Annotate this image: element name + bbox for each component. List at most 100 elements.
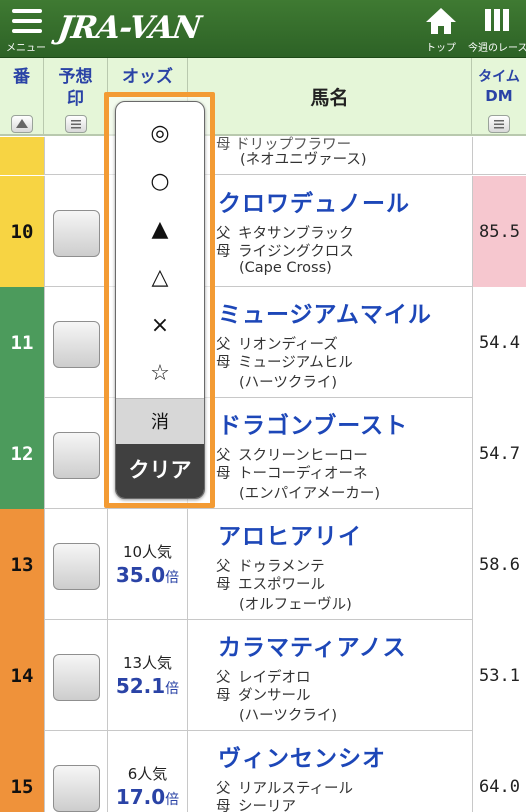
jra-van-logo: JRA-VAN xyxy=(55,10,203,46)
mark-cell xyxy=(44,176,108,287)
column-header: 番 予想 印 オッズ 馬名 タイム DM xyxy=(0,58,526,136)
header-mark-label-1: 予想 xyxy=(58,67,93,87)
dam-prefix: 母 xyxy=(216,244,231,260)
dam-name: ミュージアムヒル xyxy=(238,355,353,371)
dam-prefix: 母 xyxy=(216,466,231,482)
mark-cell xyxy=(44,731,108,812)
sort-number-button[interactable] xyxy=(10,115,33,133)
dam-sire: (オルフェーヴル) xyxy=(239,597,352,613)
dm-cell xyxy=(472,137,526,175)
mark-select-button[interactable] xyxy=(53,321,100,368)
header-dm-label-1: タイム xyxy=(478,69,520,85)
horse-name[interactable]: カラマティアノス xyxy=(218,628,407,662)
time-dm-value: 85.5 xyxy=(472,176,526,287)
sort-mark-button[interactable] xyxy=(64,115,87,133)
dam-name: シーリア xyxy=(238,799,296,812)
horse-number: 15 xyxy=(0,731,44,812)
erase-mark-button[interactable]: 消 xyxy=(116,398,204,446)
horse-number: 13 xyxy=(0,509,44,620)
horse-number: 10 xyxy=(0,176,44,287)
dam-line: 母トーコーディオーネ xyxy=(216,462,367,483)
mark-option[interactable]: ○ xyxy=(116,158,204,206)
triangle-up-icon xyxy=(15,119,28,128)
week-races-label: 今週のレース xyxy=(468,43,526,54)
grid-icon xyxy=(485,9,509,31)
odds-unit: 倍 xyxy=(165,681,180,697)
dam-name: トーコーディオーネ xyxy=(238,466,368,482)
popularity: 10人気 xyxy=(122,543,173,561)
horse-name[interactable]: ヴィンセンシオ xyxy=(218,739,386,773)
dam-name: エスポワール xyxy=(238,577,325,593)
mark-picker-highlight: ◎ ○ ▲ △ × ☆ 消クリア xyxy=(104,92,215,508)
clear-button[interactable]: クリア xyxy=(116,444,204,498)
mark-select-button[interactable] xyxy=(53,432,100,479)
table-row[interactable]: 15 6人気 17.0倍 ヴィンセンシオ父リアルスティール母シーリア 64.0 xyxy=(0,731,526,812)
dam-sire: (エンパイアメーカー) xyxy=(239,486,381,502)
mark-select-button[interactable] xyxy=(53,210,100,257)
mark-cell xyxy=(44,287,108,398)
table-row-partial: 母 ドリップフラワー (ネオユニヴァース) xyxy=(0,137,526,175)
mark-option[interactable]: × xyxy=(116,302,204,350)
horse-name-cell: ミュージアムマイル父リオンディーズ母ミュージアムヒル (ハーツクライ) xyxy=(188,287,472,398)
mark-select-button[interactable] xyxy=(53,765,100,812)
horse-number: 11 xyxy=(0,287,44,398)
mark-option[interactable]: ◎ xyxy=(116,110,204,158)
horse-name-cell: ヴィンセンシオ父リアルスティール母シーリア xyxy=(188,731,472,812)
menu-button[interactable]: メニュー xyxy=(0,0,52,58)
horse-number: 14 xyxy=(0,620,44,731)
odds-number: 35.0 xyxy=(115,563,166,587)
table-row[interactable]: 14 13人気 52.1倍 カラマティアノス父レイデオロ母ダンサール (ハーツクライ) 5… xyxy=(0,620,526,731)
horse-name[interactable]: クロワデュノール xyxy=(218,184,410,218)
hamburger-icon xyxy=(12,9,42,33)
odds-cell: 10人気 35.0倍 xyxy=(108,509,188,620)
horse-name[interactable]: アロヒアリイ xyxy=(218,517,362,551)
mark-select-button[interactable] xyxy=(53,543,100,590)
dam-line: 母エスポワール xyxy=(216,573,325,594)
horse-name[interactable]: ミュージアムマイル xyxy=(218,295,432,329)
table-row[interactable]: 1211人気14.6倍ドラゴンブースト父スクリーンヒーロー母トーコーディオーネ(… xyxy=(0,398,526,509)
mark-cell xyxy=(44,137,108,175)
menu-label: メニュー xyxy=(6,43,46,54)
mark-cell xyxy=(44,398,108,509)
header-mark: 予想 印 xyxy=(44,58,108,136)
dam-line: 母ミュージアムヒル xyxy=(216,351,353,372)
odds-value: 35.0倍 xyxy=(108,563,187,587)
horse-number: 12 xyxy=(0,398,44,509)
mark-option[interactable]: △ xyxy=(116,254,204,302)
header-number: 番 xyxy=(0,58,44,136)
row-number-color xyxy=(0,137,44,175)
sort-dm-button[interactable] xyxy=(488,115,510,133)
list-icon xyxy=(494,120,504,129)
time-dm-value: 54.4 xyxy=(472,287,526,398)
dam-line: 母シーリア xyxy=(216,795,296,812)
header-mark-label-2: 印 xyxy=(67,89,84,109)
top-button[interactable]: トップ xyxy=(418,0,464,58)
header-odds-label: オッズ xyxy=(122,67,173,87)
mark-option[interactable]: ▲ xyxy=(116,206,204,254)
header-dm-label-2: DM xyxy=(485,87,513,105)
dam-sire: (ハーツクライ) xyxy=(239,708,338,724)
dam-prefix: 母 xyxy=(216,688,231,704)
odds-value: 17.0倍 xyxy=(108,785,187,809)
table-row[interactable]: 113人気10.3倍ミュージアムマイル父リオンディーズ母ミュージアムヒル(ハーツ… xyxy=(0,287,526,398)
dam-sire: (ハーツクライ) xyxy=(239,375,338,391)
odds-value: 52.1倍 xyxy=(108,674,187,698)
home-icon xyxy=(426,8,456,34)
horse-name[interactable]: ドラゴンブースト xyxy=(218,406,408,440)
header-dm: タイム DM xyxy=(472,58,526,136)
top-label: トップ xyxy=(426,43,456,54)
header-name: 馬名 xyxy=(188,58,472,136)
mark-option[interactable]: ☆ xyxy=(116,350,204,398)
table-row[interactable]: 101人気1.7倍クロワデュノール父キタサンブラック母ライジングクロス(Cape… xyxy=(0,176,526,287)
time-dm-value: 54.7 xyxy=(472,398,526,509)
odds-number: 52.1 xyxy=(115,674,166,698)
mark-select-button[interactable] xyxy=(53,654,100,701)
dam-line: 母ライジングクロス xyxy=(216,240,354,261)
odds-unit: 倍 xyxy=(165,792,180,808)
table-row[interactable]: 13 10人気 35.0倍 アロヒアリイ父ドゥラメンテ母エスポワール (オルフェーヴル)… xyxy=(0,509,526,620)
time-dm-value: 64.0 xyxy=(472,731,526,812)
week-races-button[interactable]: 今週のレース xyxy=(468,0,526,58)
time-dm-value: 53.1 xyxy=(472,620,526,731)
odds-number: 17.0 xyxy=(115,785,166,809)
header-name-label: 馬名 xyxy=(310,87,349,109)
